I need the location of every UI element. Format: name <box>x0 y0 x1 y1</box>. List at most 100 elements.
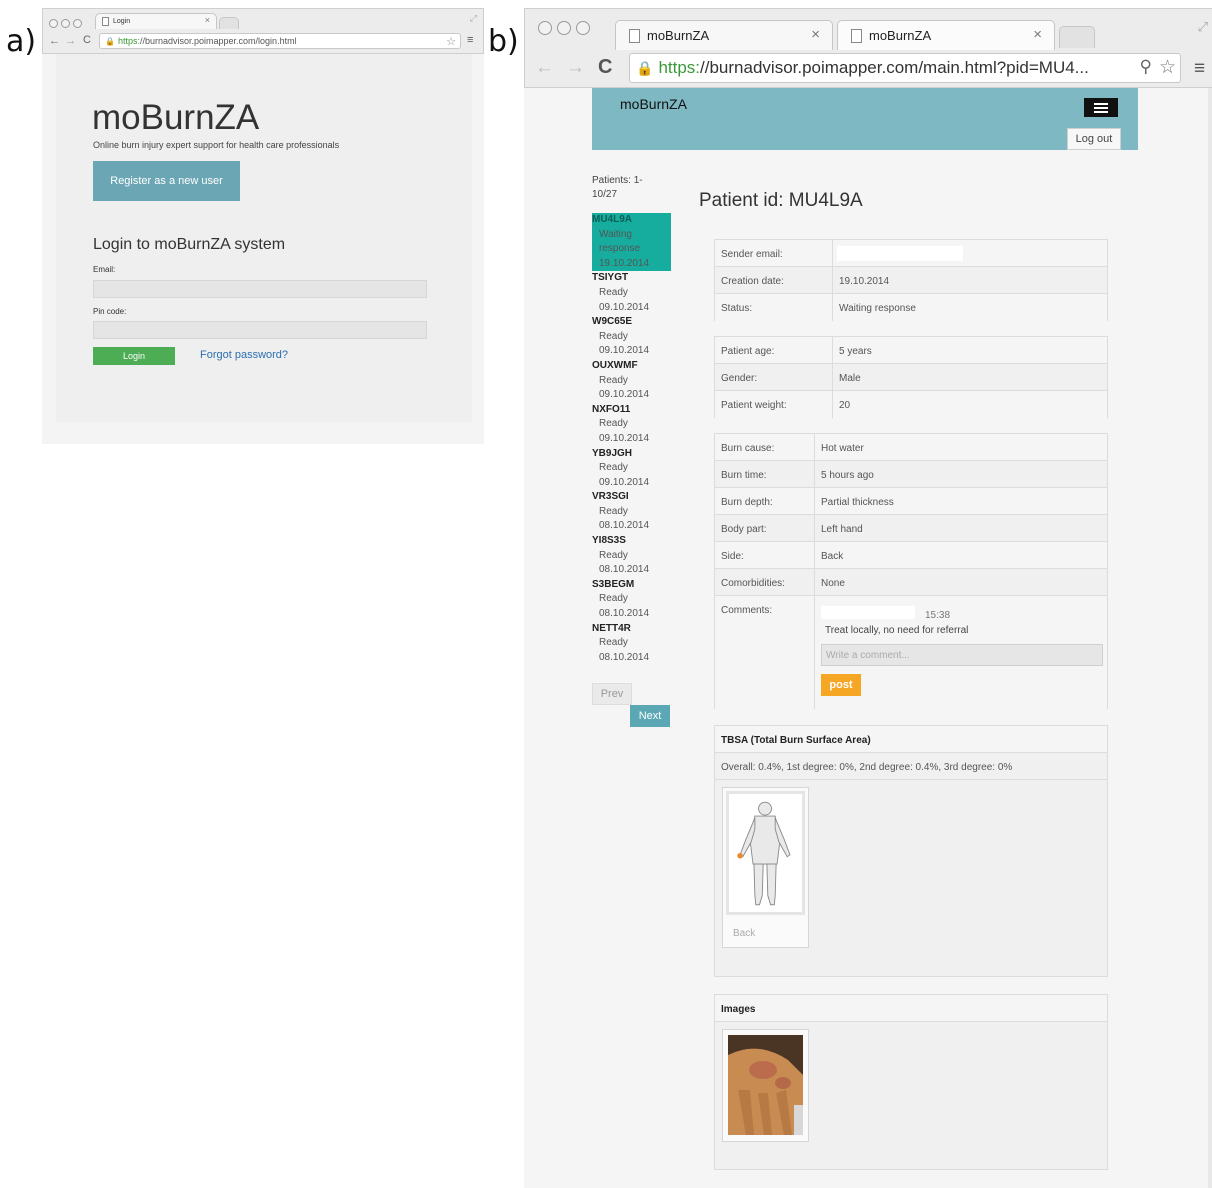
status-row: Status: Waiting response <box>715 294 1107 321</box>
burn-time-row: Burn time: 5 hours ago <box>715 461 1107 488</box>
forgot-password-link[interactable]: Forgot password? <box>200 349 288 361</box>
menu-icon[interactable]: ≡ <box>467 34 473 46</box>
weight-value: 20 <box>839 400 851 411</box>
body-part-value: Left hand <box>821 524 863 535</box>
patient-list: MU4L9A Waiting response 19.10.2014 TSIYGT Rea… <box>592 213 671 665</box>
reload-icon[interactable]: C <box>83 34 91 46</box>
gender-key: Gender: <box>721 373 758 384</box>
star-icon[interactable]: ☆ <box>1159 56 1176 79</box>
address-bar[interactable]: 🔒 https: //burnadvisor.poimapper.com/log… <box>99 33 461 49</box>
hamburger-menu-button[interactable] <box>1084 98 1118 117</box>
login-card: moBurnZA Online burn injury expert suppo… <box>56 54 472 422</box>
url-path: //burnadvisor.poimapper.com/login.html <box>139 36 297 46</box>
patient-status: Ready <box>599 505 628 517</box>
status-value: Waiting response <box>839 303 916 314</box>
window-controls[interactable] <box>538 21 590 40</box>
patient-list-item[interactable]: NXFO11 Ready 09.10.2014 <box>592 403 671 447</box>
creation-date-row: Creation date: 19.10.2014 <box>715 267 1107 294</box>
fullscreen-icon[interactable]: ⤢ <box>470 13 477 24</box>
address-bar[interactable]: 🔒 https: //burnadvisor.poimapper.com/mai… <box>629 53 1181 83</box>
patient-status: Ready <box>599 637 628 649</box>
tagline: Online burn injury expert support for he… <box>93 140 340 150</box>
back-icon[interactable]: ← <box>49 35 60 47</box>
comments-row: Comments: 15:38 Treat locally, no need f… <box>715 596 1107 709</box>
burn-photo-card[interactable] <box>722 1029 809 1142</box>
app-title: moBurnZA <box>92 98 260 137</box>
status-key: Status: <box>721 303 753 314</box>
window-controls[interactable] <box>49 15 82 33</box>
comments-key: Comments: <box>721 605 773 616</box>
body-diagram-icon <box>726 791 805 915</box>
patient-list-item[interactable]: S3BEGM Ready 08.10.2014 <box>592 578 671 622</box>
tbsa-panel: TBSA (Total Burn Surface Area) Overall: … <box>714 725 1108 977</box>
patient-status: Ready <box>599 593 628 605</box>
patient-id: W9C65E <box>592 316 633 328</box>
url-path: //burnadvisor.poimapper.com/main.html?pi… <box>700 58 1089 77</box>
patient-status: Ready <box>599 462 628 474</box>
forward-icon[interactable]: → <box>566 57 585 79</box>
patient-list-item[interactable]: VR3SGI Ready 08.10.2014 <box>592 490 671 534</box>
patient-status: Waiting <box>599 228 632 240</box>
tab-title: moBurnZA <box>869 28 932 43</box>
patient-id: VR3SGI <box>592 491 629 503</box>
lock-icon: 🔒 <box>636 59 654 76</box>
login-button[interactable]: Login <box>93 347 175 365</box>
patient-info-table: Patient age: 5 years Gender: Male Patien… <box>714 336 1108 418</box>
sender-email-key: Sender email: <box>721 249 783 260</box>
patient-id: MU4L9A <box>592 214 633 225</box>
scrollbar[interactable] <box>1208 88 1212 1188</box>
close-icon[interactable]: × <box>811 26 820 43</box>
next-button[interactable]: Next <box>630 705 670 727</box>
register-button[interactable]: Register as a new user <box>93 161 240 201</box>
post-button[interactable]: post <box>821 674 861 696</box>
patient-id: TSIYGT <box>592 272 629 284</box>
patient-id: S3BEGM <box>592 578 635 590</box>
comorbidities-key: Comorbidities: <box>721 578 785 589</box>
patient-status-cont: response <box>599 243 641 255</box>
close-icon[interactable]: × <box>1033 26 1042 43</box>
patient-list-item[interactable]: OUXWMF Ready 09.10.2014 <box>592 359 671 403</box>
patient-list-item[interactable]: YB9JGH Ready 09.10.2014 <box>592 447 671 491</box>
tbsa-summary-row: Overall: 0.4%, 1st degree: 0%, 2nd degre… <box>715 753 1107 780</box>
pin-field[interactable] <box>93 321 427 339</box>
images-heading-row: Images <box>715 995 1107 1022</box>
patient-list-item[interactable]: TSIYGT Ready 09.10.2014 <box>592 271 671 315</box>
back-icon[interactable]: ← <box>535 57 554 79</box>
patient-list-item[interactable]: NETT4R Ready 08.10.2014 <box>592 622 671 666</box>
body-part-key: Body part: <box>721 524 767 535</box>
comment-input[interactable]: Write a comment... <box>821 644 1103 666</box>
creation-date-key: Creation date: <box>721 276 784 287</box>
body-diagram-card[interactable]: Back <box>722 787 809 948</box>
patient-list-item[interactable]: W9C65E Ready 09.10.2014 <box>592 315 671 359</box>
new-tab-button[interactable] <box>1059 26 1095 48</box>
burn-info-table: Burn cause: Hot water Burn time: 5 hours… <box>714 433 1108 709</box>
patient-list-item[interactable]: YI8S3S Ready 08.10.2014 <box>592 534 671 578</box>
email-field[interactable] <box>93 280 427 298</box>
menu-icon[interactable]: ≡ <box>1194 58 1205 80</box>
burn-depth-key: Burn depth: <box>721 497 773 508</box>
fullscreen-icon[interactable]: ⤢ <box>1198 19 1208 35</box>
prev-button[interactable]: Prev <box>592 683 632 705</box>
patient-id: NETT4R <box>592 622 631 634</box>
new-tab-button[interactable] <box>219 17 239 29</box>
patient-date: 09.10.2014 <box>599 432 650 444</box>
patient-list-item[interactable]: MU4L9A Waiting response 19.10.2014 <box>592 213 671 272</box>
zoom-icon[interactable]: ⚲ <box>1140 57 1152 77</box>
tab-moburnza-2[interactable]: moBurnZA × <box>837 20 1055 50</box>
gender-value: Male <box>839 373 861 384</box>
logout-button[interactable]: Log out <box>1067 128 1121 150</box>
patients-count: Patients: 1- 10/27 <box>592 175 643 200</box>
tab-title: Login <box>113 18 131 25</box>
close-icon[interactable]: × <box>205 15 210 25</box>
burn-marker <box>737 853 743 859</box>
patient-date: 09.10.2014 <box>599 301 650 313</box>
star-icon[interactable]: ☆ <box>446 35 456 48</box>
patient-date: 09.10.2014 <box>599 345 650 357</box>
tab-moburnza-1[interactable]: moBurnZA × <box>615 20 833 50</box>
body-part-row: Body part: Left hand <box>715 515 1107 542</box>
forward-icon[interactable]: → <box>65 35 76 47</box>
tab-login[interactable]: Login × <box>95 13 217 29</box>
patient-date: 19.10.2014 <box>599 257 650 269</box>
reload-icon[interactable]: C <box>598 56 612 79</box>
email-label: Email: <box>93 265 116 274</box>
